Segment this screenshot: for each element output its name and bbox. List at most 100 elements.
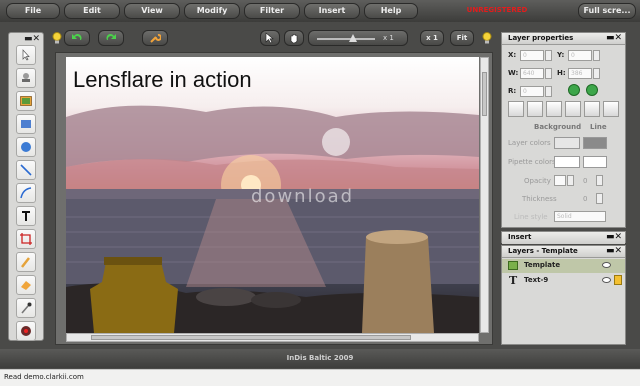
canvas-vertical-scrollbar[interactable] xyxy=(480,57,489,333)
tool-pointer[interactable] xyxy=(16,45,36,65)
zoom-slider[interactable]: x 1 xyxy=(308,30,408,46)
layers-panel-close-icon[interactable]: ▬✕ xyxy=(606,246,622,257)
pipette-line-color-swatch[interactable] xyxy=(583,156,607,168)
lock-icon[interactable] xyxy=(614,275,622,285)
h-spinner[interactable] xyxy=(593,68,600,79)
rotate-left-icon[interactable] xyxy=(568,84,580,96)
line-style-label: Line style xyxy=(514,213,548,221)
tool-redeye[interactable] xyxy=(16,321,36,341)
r-spinner[interactable] xyxy=(545,86,552,97)
zoom-reset-button[interactable]: x 1 xyxy=(420,30,444,46)
tool-crop[interactable] xyxy=(16,229,36,249)
layer-colors-label: Layer colors xyxy=(508,139,551,147)
tool-curve[interactable] xyxy=(16,183,36,203)
tool-text[interactable] xyxy=(16,206,36,226)
y-spinner[interactable] xyxy=(593,50,600,61)
hint-bulb-icon[interactable] xyxy=(52,32,62,44)
layer-properties-header: Layer properties ▬✕ xyxy=(502,33,625,45)
layer-line-color-swatch[interactable] xyxy=(583,137,607,149)
tools-panel-close-icon[interactable]: ▬✕ xyxy=(24,34,40,44)
align-top-icon[interactable] xyxy=(565,101,581,117)
line-style-select[interactable]: Solid xyxy=(554,211,606,222)
align-center-h-icon[interactable] xyxy=(527,101,543,117)
image-icon xyxy=(20,96,32,106)
rectangle-icon xyxy=(21,120,31,128)
tool-pipette[interactable] xyxy=(16,298,36,318)
layer-background-color-swatch[interactable] xyxy=(554,137,580,149)
layer-properties-close-icon[interactable]: ▬✕ xyxy=(606,33,622,44)
align-buttons-row xyxy=(508,101,621,117)
eraser-icon xyxy=(21,281,31,290)
align-right-icon[interactable] xyxy=(546,101,562,117)
canvas-horizontal-scrollbar[interactable] xyxy=(66,333,479,342)
menu-bar: File Edit View Modify Filter Insert Help… xyxy=(0,0,640,22)
tool-eraser[interactable] xyxy=(16,275,36,295)
horizontal-scroll-thumb[interactable] xyxy=(91,335,411,340)
fullscreen-button[interactable]: Full scre... xyxy=(578,3,636,19)
align-middle-v-icon[interactable] xyxy=(584,101,600,117)
menu-insert[interactable]: Insert xyxy=(304,3,360,19)
visibility-eye-icon[interactable] xyxy=(602,277,611,283)
thickness-spinner[interactable] xyxy=(596,193,603,204)
pan-hand-button[interactable] xyxy=(284,30,304,46)
pipette-background-color-swatch[interactable] xyxy=(554,156,580,168)
align-bottom-icon[interactable] xyxy=(603,101,619,117)
menu-modify[interactable]: Modify xyxy=(184,3,240,19)
background-column-label: Background xyxy=(534,123,582,131)
visibility-eye-icon[interactable] xyxy=(602,262,611,268)
layer-item[interactable]: T Text-9 xyxy=(502,274,625,288)
hand-icon xyxy=(290,33,297,43)
tools-panel-header: ▬✕ xyxy=(9,33,43,45)
layers-panel-title: Layers - Template xyxy=(508,247,578,255)
tool-ellipse[interactable] xyxy=(16,137,36,157)
select-pointer-button[interactable] xyxy=(260,30,280,46)
canvas-photo[interactable]: download Lensflare in action xyxy=(66,57,479,333)
tool-image[interactable] xyxy=(16,91,36,111)
undo-icon xyxy=(72,33,82,40)
w-field[interactable]: 640 xyxy=(520,68,544,79)
r-field[interactable]: 0 xyxy=(520,86,544,97)
menu-edit[interactable]: Edit xyxy=(64,3,120,19)
align-left-icon[interactable] xyxy=(508,101,524,117)
undo-button[interactable] xyxy=(64,30,90,46)
stamp-icon xyxy=(22,73,30,82)
menu-view[interactable]: View xyxy=(124,3,180,19)
thickness-label: Thickness xyxy=(522,195,557,203)
x-field[interactable]: 0 xyxy=(520,50,544,61)
w-label: W: xyxy=(508,69,519,77)
opacity-line-spinner[interactable] xyxy=(596,175,603,186)
insert-panel-title: Insert xyxy=(508,233,532,241)
w-spinner[interactable] xyxy=(545,68,552,79)
insert-panel-close-icon[interactable]: ▬✕ xyxy=(606,232,622,243)
tool-brush[interactable] xyxy=(16,252,36,272)
tool-rectangle[interactable] xyxy=(16,114,36,134)
canvas-text-layer[interactable]: Lensflare in action xyxy=(73,67,252,93)
y-field[interactable]: 0 xyxy=(568,50,592,61)
menu-help[interactable]: Help xyxy=(364,3,418,19)
zoom-slider-thumb[interactable] xyxy=(349,34,357,42)
opacity-background-field[interactable] xyxy=(554,175,566,186)
h-field[interactable]: 386 xyxy=(568,68,592,79)
layers-panel: Layers - Template ▬✕ Template T Text-9 xyxy=(501,245,626,345)
hint-bulb-right-icon[interactable] xyxy=(482,32,492,44)
opacity-background-spinner[interactable] xyxy=(567,175,574,186)
curve-icon xyxy=(20,187,32,199)
zoom-fit-button[interactable]: Fit xyxy=(450,30,474,46)
menu-file[interactable]: File xyxy=(6,3,60,19)
tool-line[interactable] xyxy=(16,160,36,180)
rotate-right-icon[interactable] xyxy=(586,84,598,96)
x-label: X: xyxy=(508,51,517,59)
vertical-scroll-thumb[interactable] xyxy=(482,72,487,116)
pointer-icon xyxy=(265,32,274,44)
tools-settings-button[interactable] xyxy=(142,30,168,46)
menu-filter[interactable]: Filter xyxy=(244,3,300,19)
redo-button[interactable] xyxy=(98,30,124,46)
text-icon xyxy=(22,211,30,221)
layer-item[interactable]: Template xyxy=(502,259,625,273)
insert-panel-header[interactable]: Insert ▬✕ xyxy=(502,232,625,244)
pipette-colors-label: Pipette colors xyxy=(508,158,556,166)
insert-panel: Insert ▬✕ xyxy=(501,231,626,244)
x-spinner[interactable] xyxy=(545,50,552,61)
tool-stamp[interactable] xyxy=(16,68,36,88)
line-column-label: Line xyxy=(590,123,607,131)
